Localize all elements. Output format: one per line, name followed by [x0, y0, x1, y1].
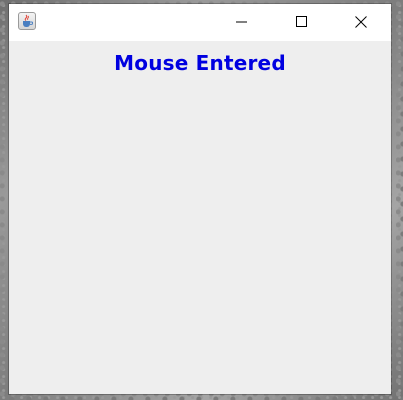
- app-window: Mouse Entered: [9, 4, 391, 394]
- close-icon: [355, 16, 367, 28]
- minimize-button[interactable]: [219, 4, 265, 40]
- title-bar[interactable]: [9, 4, 391, 41]
- minimize-icon: [236, 21, 247, 23]
- content-panel[interactable]: Mouse Entered: [9, 41, 391, 394]
- mouse-status-label: Mouse Entered: [114, 51, 286, 75]
- maximize-icon: [296, 16, 307, 27]
- close-button[interactable]: [338, 4, 384, 40]
- maximize-button[interactable]: [279, 4, 325, 40]
- java-coffee-cup-icon[interactable]: [18, 12, 36, 30]
